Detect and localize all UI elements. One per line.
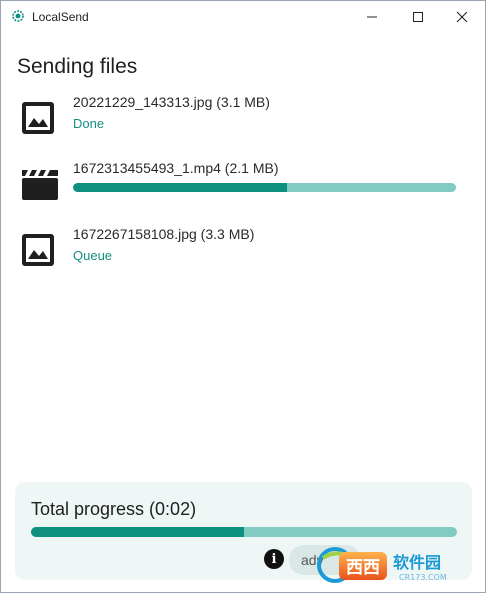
maximize-button[interactable]: [395, 1, 441, 33]
total-progress-label: Total progress (0:02): [31, 499, 197, 519]
file-status: Done: [73, 116, 105, 131]
image-icon: [22, 102, 54, 134]
minimize-icon: [367, 16, 377, 18]
close-icon: [456, 11, 468, 23]
maximize-icon: [413, 12, 423, 22]
file-item: 1672313455493_1.mp4 (2.1 MB): [17, 160, 467, 208]
file-progress-bar: [73, 183, 456, 192]
file-name: 20221229_143313.jpg (3.1 MB): [73, 94, 270, 110]
localsend-logo-icon: [12, 10, 24, 22]
watermark-logo: 西西 软件园 CR173.COM: [317, 547, 447, 583]
total-progress-bar: [31, 527, 457, 537]
close-button[interactable]: [439, 1, 485, 33]
svg-text:CR173.COM: CR173.COM: [399, 573, 447, 582]
image-icon: [22, 234, 54, 266]
minimize-button[interactable]: [349, 1, 395, 33]
svg-text:软件园: 软件园: [393, 553, 441, 572]
info-button[interactable]: i: [264, 549, 284, 569]
file-item: 1672267158108.jpg (3.3 MB) Queue: [17, 226, 467, 274]
window-title: LocalSend: [32, 10, 89, 24]
file-item: 20221229_143313.jpg (3.1 MB) Done: [17, 94, 467, 142]
file-progress-fill: [73, 183, 288, 192]
total-progress-fill: [31, 527, 244, 537]
title-bar[interactable]: LocalSend: [1, 1, 485, 33]
file-name: 1672267158108.jpg (3.3 MB): [73, 226, 255, 242]
page-title: Sending files: [17, 55, 138, 78]
svg-text:西西: 西西: [346, 558, 380, 578]
video-clapper-icon: [22, 170, 58, 200]
file-name: 1672313455493_1.mp4 (2.1 MB): [73, 160, 279, 176]
file-status: Queue: [73, 248, 113, 263]
app-window: LocalSend Sending files 20221229_143313.…: [0, 0, 486, 593]
